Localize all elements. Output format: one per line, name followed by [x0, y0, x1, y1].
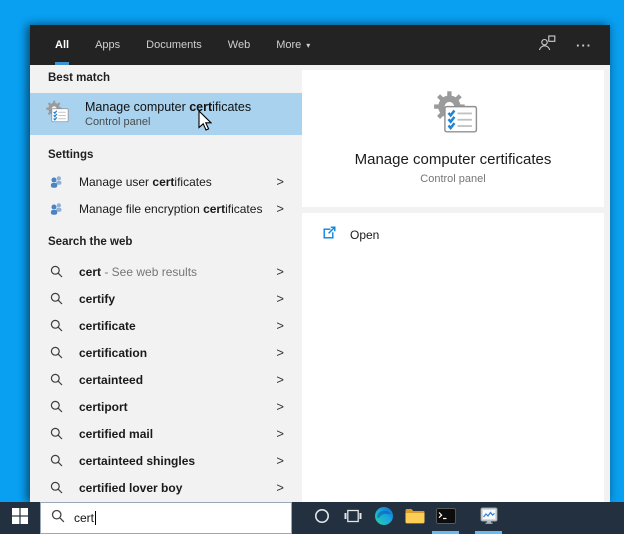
chevron-right-icon: > — [276, 174, 292, 189]
search-icon — [48, 292, 64, 305]
suggestion-label: certainteed shingles — [79, 454, 195, 468]
taskbar: cert — [0, 502, 624, 534]
desktop: All Apps Documents Web More ▾ ··· — [0, 0, 624, 534]
suggestion-label: certification — [79, 346, 147, 360]
web-suggestion-item[interactable]: certified lover boy > — [30, 474, 302, 501]
cortana-button[interactable] — [306, 502, 337, 534]
tab-web-label: Web — [228, 39, 250, 51]
best-match-subtitle: Control panel — [85, 116, 251, 128]
chevron-right-icon: > — [276, 399, 292, 414]
tab-all[interactable]: All — [55, 25, 69, 65]
best-match-title: Manage computer certificates — [85, 100, 251, 114]
chevron-right-icon: > — [276, 372, 292, 387]
task-view-icon — [344, 509, 362, 528]
tab-documents-label: Documents — [146, 39, 202, 51]
tab-apps[interactable]: Apps — [95, 25, 120, 65]
results-list: Best match — [30, 65, 302, 502]
edge-icon — [374, 506, 394, 531]
suggestion-label: certificate — [79, 319, 136, 333]
suggestion-label: cert - See web results — [79, 265, 197, 279]
search-query-text: cert — [74, 511, 94, 525]
edge-button[interactable] — [368, 502, 399, 534]
search-icon — [48, 265, 64, 278]
web-suggestion-item[interactable]: certainteed > — [30, 366, 302, 393]
chevron-right-icon: > — [276, 426, 292, 441]
web-suggestion-item[interactable]: certified mail > — [30, 420, 302, 447]
tab-more-label: More — [276, 39, 301, 51]
web-suggestion-item[interactable]: certainteed shingles > — [30, 447, 302, 474]
web-suggestion-item[interactable]: certiport > — [30, 393, 302, 420]
terminal-button[interactable] — [430, 502, 461, 534]
more-options-icon[interactable]: ··· — [576, 38, 592, 53]
windows-logo-icon — [12, 508, 28, 529]
web-suggestion-item[interactable]: certify > — [30, 285, 302, 312]
chevron-right-icon: > — [276, 453, 292, 468]
settings-item-label: Manage file encryption certificates — [79, 202, 262, 216]
preview-pane: Manage computer certificates Control pan… — [302, 65, 610, 502]
tab-web[interactable]: Web — [228, 25, 250, 65]
search-icon — [48, 481, 64, 494]
users-icon — [48, 202, 64, 216]
open-label: Open — [350, 228, 379, 242]
cortana-icon — [314, 508, 330, 529]
chevron-right-icon: > — [276, 201, 292, 216]
chevron-right-icon: > — [276, 480, 292, 495]
web-suggestion-item[interactable]: certification > — [30, 339, 302, 366]
settings-item-user-certificates[interactable]: Manage user certificates > — [30, 168, 302, 195]
search-icon — [48, 400, 64, 413]
task-view-button[interactable] — [337, 502, 368, 534]
folder-icon — [405, 508, 425, 529]
file-explorer-button[interactable] — [399, 502, 430, 534]
chevron-right-icon: > — [276, 318, 292, 333]
search-icon — [48, 319, 64, 332]
settings-item-label: Manage user certificates — [79, 175, 212, 189]
chevron-down-icon: ▾ — [306, 41, 310, 50]
terminal-icon — [436, 508, 456, 529]
search-icon — [51, 509, 65, 528]
tab-documents[interactable]: Documents — [146, 25, 202, 65]
taskbar-search-input[interactable]: cert — [40, 502, 292, 534]
chevron-right-icon: > — [276, 264, 292, 279]
open-external-icon — [322, 226, 336, 245]
web-suggestion-item[interactable]: cert - See web results > — [30, 258, 302, 285]
tab-more[interactable]: More ▾ — [276, 25, 310, 65]
text-caret — [95, 511, 96, 525]
suggestion-label: certiport — [79, 400, 128, 414]
chevron-right-icon: > — [276, 291, 292, 306]
preview-actions: Open — [302, 213, 604, 502]
suggestion-label: certified lover boy — [79, 481, 182, 495]
section-label-best-match: Best match — [30, 71, 302, 85]
search-icon — [48, 454, 64, 467]
preview-hero: Manage computer certificates Control pan… — [302, 70, 604, 207]
suggestion-label: certainteed — [79, 373, 143, 387]
certificates-manager-icon — [42, 98, 70, 130]
search-flyout-window: All Apps Documents Web More ▾ ··· — [30, 25, 610, 502]
feedback-icon[interactable] — [538, 35, 556, 56]
suggestion-label: certify — [79, 292, 115, 306]
settings-item-file-encryption-certificates[interactable]: Manage file encryption certificates > — [30, 195, 302, 222]
users-icon — [48, 175, 64, 189]
task-manager-icon — [479, 506, 499, 531]
search-filter-bar: All Apps Documents Web More ▾ ··· — [30, 25, 610, 65]
chevron-right-icon: > — [276, 345, 292, 360]
section-label-settings: Settings — [30, 148, 302, 162]
preview-subtitle: Control panel — [420, 173, 485, 185]
web-suggestion-item[interactable]: certificate > — [30, 312, 302, 339]
certificates-manager-icon — [426, 86, 480, 143]
search-icon — [48, 346, 64, 359]
task-manager-button[interactable] — [473, 502, 504, 534]
open-action[interactable]: Open — [302, 222, 604, 248]
search-icon — [48, 427, 64, 440]
suggestion-label: certified mail — [79, 427, 153, 441]
mouse-cursor — [198, 110, 212, 136]
search-icon — [48, 373, 64, 386]
best-match-item[interactable]: Manage computer certificates Control pan… — [30, 93, 302, 135]
tab-apps-label: Apps — [95, 39, 120, 51]
start-button[interactable] — [0, 502, 40, 534]
section-label-search-the-web: Search the web — [30, 235, 302, 249]
preview-title: Manage computer certificates — [355, 151, 552, 168]
tab-all-label: All — [55, 39, 69, 51]
